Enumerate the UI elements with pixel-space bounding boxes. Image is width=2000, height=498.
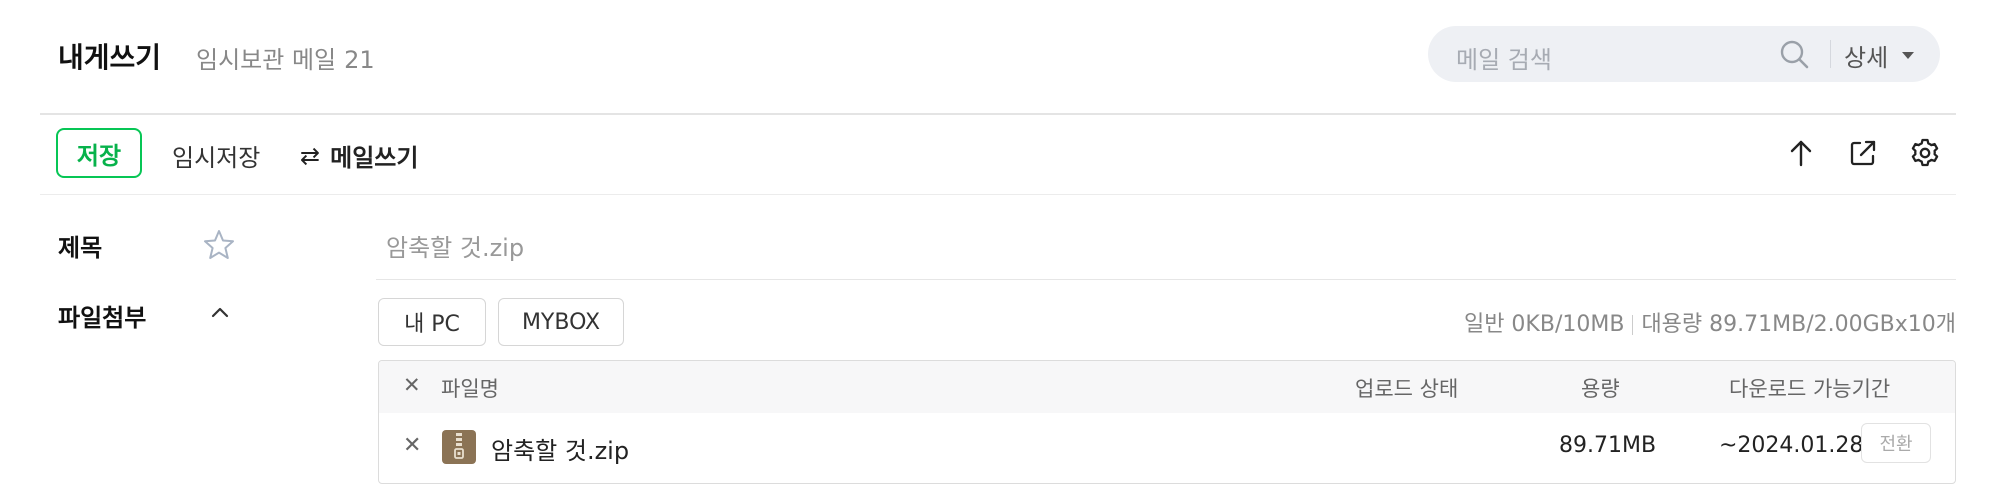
switch-to-mail-label: 메일쓰기 [330,144,419,172]
header-size: 용량 [1581,377,1620,401]
header-upload-status: 업로드 상태 [1355,377,1459,401]
table-row: ✕ 암축할 것.zip 89.71MB ~2024.01.28 전환 [379,413,1955,483]
search-input[interactable]: 메일 검색 [1456,40,1552,75]
convert-button[interactable]: 전환 [1861,423,1931,463]
header-divider [40,113,1956,115]
file-name: 암축할 것.zip [491,437,630,465]
quota-general: 일반 0KB/10MB [1463,312,1625,337]
search-icon[interactable] [1778,38,1810,70]
chevron-down-icon[interactable] [1902,52,1914,59]
search-divider [1830,40,1831,68]
subject-input[interactable]: 암축할 것.zip [386,228,524,263]
draft-mail-label: 임시보관 메일 [196,46,337,74]
popout-icon[interactable] [1846,136,1880,170]
header-filename: 파일명 [441,377,499,401]
save-button[interactable]: 저장 [56,128,142,178]
table-header: ✕ 파일명 업로드 상태 용량 다운로드 가능기간 [379,361,1955,413]
my-pc-button[interactable]: 내 PC [378,298,486,346]
draft-mail-count: 21 [344,46,375,74]
page-title: 내게쓰기 [58,41,162,74]
file-download-period: ~2024.01.28 [1719,433,1864,458]
switch-to-mail-button[interactable]: ⇄ 메일쓰기 [300,138,418,173]
header-download-period: 다운로드 가능기간 [1729,377,1891,401]
swap-arrows-icon: ⇄ [300,141,321,170]
attachment-quota: 일반 0KB/10MB 대용량 89.71MB/2.00GBx10개 [1464,306,1956,338]
file-size: 89.71MB [1559,433,1657,458]
quota-large: 대용량 89.71MB/2.00GBx10개 [1641,312,1956,337]
remove-file-icon[interactable]: ✕ [403,433,421,458]
quota-divider [1632,315,1634,335]
star-icon[interactable] [202,228,236,262]
subject-underline [376,279,1956,280]
attachment-table: ✕ 파일명 업로드 상태 용량 다운로드 가능기간 ✕ 암축할 것.zip 89… [378,360,1956,484]
gear-icon[interactable] [1908,136,1942,170]
draft-save-button[interactable]: 임시저장 [172,138,260,173]
remove-all-icon[interactable]: ✕ [403,373,421,397]
draft-mail-info: 임시보관 메일 21 [196,40,375,75]
arrow-up-icon[interactable] [1784,136,1818,170]
mybox-button[interactable]: MYBOX [498,298,624,346]
zip-file-icon [442,430,476,464]
search-detail-button[interactable]: 상세 [1844,38,1888,73]
attach-label: 파일첨부 [58,304,147,332]
chevron-up-icon[interactable] [208,302,232,322]
toolbar-divider [40,194,1956,195]
subject-label: 제목 [58,234,103,262]
search-bar[interactable]: 메일 검색 상세 [1428,26,1940,82]
